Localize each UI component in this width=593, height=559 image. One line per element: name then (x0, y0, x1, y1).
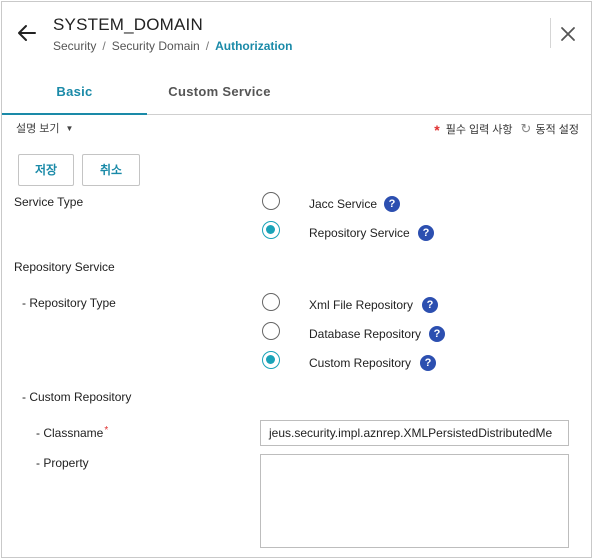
classname-label: - Classname* (36, 425, 109, 440)
required-asterisk-icon: * (434, 122, 440, 138)
help-icon[interactable]: ? (418, 225, 434, 241)
required-legend-label: 필수 입력 사항 (445, 124, 513, 136)
breadcrumb-separator: / (102, 39, 106, 53)
dynamic-legend-label: 동적 설정 (535, 124, 579, 136)
tab-custom-service[interactable]: Custom Service (147, 75, 292, 115)
radio-repository-service[interactable] (262, 221, 280, 239)
form-toolbar: 설명 보기 ▼ * 필수 입력 사항 ↻ 동적 설정 (2, 116, 591, 142)
help-icon[interactable]: ? (422, 297, 438, 313)
page-title: SYSTEM_DOMAIN (53, 15, 203, 34)
header-divider (550, 18, 551, 48)
option-custom-repository-label[interactable]: Custom Repository (309, 356, 411, 370)
help-icon[interactable]: ? (429, 326, 445, 342)
back-arrow-icon[interactable] (14, 20, 40, 46)
close-icon[interactable] (558, 24, 578, 44)
option-jacc-service-label[interactable]: Jacc Service (309, 197, 377, 211)
cancel-button[interactable]: 취소 (82, 154, 140, 186)
radio-custom-repository[interactable] (262, 351, 280, 369)
repository-service-label: Repository Service (14, 260, 115, 274)
option-xml-file-repository-label[interactable]: Xml File Repository (309, 298, 413, 312)
breadcrumb-authorization: Authorization (215, 39, 293, 53)
breadcrumb-separator: / (205, 39, 210, 53)
breadcrumb: Security / Security Domain / Authorization (53, 39, 292, 53)
property-textarea[interactable] (260, 454, 569, 548)
required-asterisk-icon: * (104, 425, 109, 436)
help-icon[interactable]: ? (384, 196, 400, 212)
radio-xml-file-repository[interactable] (262, 293, 280, 311)
breadcrumb-security-domain[interactable]: Security Domain (112, 39, 200, 53)
service-type-label: Service Type (14, 195, 84, 209)
refresh-icon: ↻ (520, 121, 532, 136)
panel-header: SYSTEM_DOMAIN Security / Security Domain / A… (2, 2, 591, 66)
tab-basic[interactable]: Basic (2, 75, 147, 115)
save-button[interactable]: 저장 (18, 154, 74, 186)
property-label: - Property (36, 456, 89, 470)
description-toggle[interactable]: 설명 보기 ▼ (16, 120, 73, 136)
classname-input[interactable]: jeus.security.impl.aznrep.XMLPersistedDi… (260, 420, 569, 446)
option-database-repository-label[interactable]: Database Repository (309, 327, 421, 341)
option-repository-service-label[interactable]: Repository Service (309, 226, 410, 240)
chevron-down-icon: ▼ (65, 124, 74, 133)
authorization-panel: SYSTEM_DOMAIN Security / Security Domain / A… (1, 1, 592, 558)
tab-bar: Basic Custom Service (2, 75, 591, 115)
classname-label-text: - Classname (36, 426, 104, 440)
breadcrumb-security[interactable]: Security (53, 39, 96, 53)
radio-jacc-service[interactable] (262, 192, 280, 210)
repository-type-label: - Repository Type (22, 296, 116, 310)
help-icon[interactable]: ? (420, 355, 436, 371)
description-toggle-label: 설명 보기 (16, 123, 60, 135)
custom-repository-label: - Custom Repository (22, 390, 132, 404)
radio-database-repository[interactable] (262, 322, 280, 340)
field-legend: * 필수 입력 사항 ↻ 동적 설정 (434, 120, 579, 138)
